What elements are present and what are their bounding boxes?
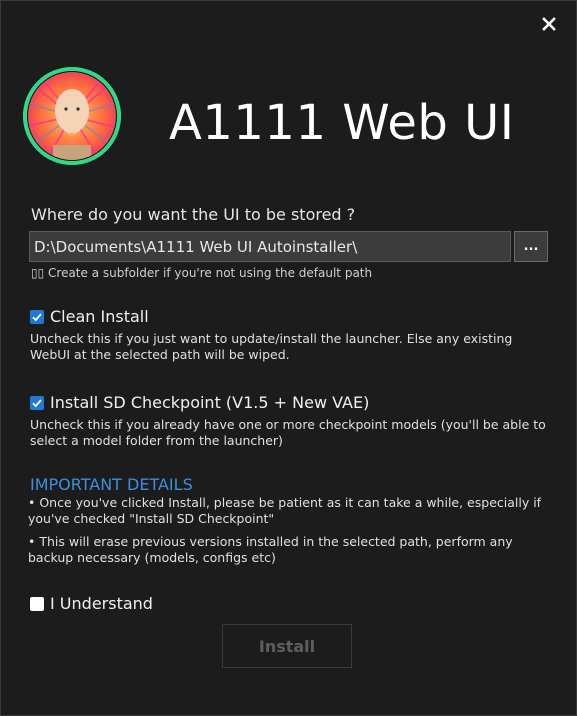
understand-checkbox[interactable]: I Understand bbox=[30, 594, 153, 613]
subfolder-hint: ▯▯ Create a subfolder if you're not usin… bbox=[31, 266, 373, 280]
important-details-title: IMPORTANT DETAILS bbox=[30, 475, 193, 494]
browse-button[interactable]: ... bbox=[514, 231, 548, 262]
avatar-portrait bbox=[23, 67, 121, 165]
checkbox-checked-icon[interactable] bbox=[30, 309, 44, 324]
sd-checkpoint-description: Uncheck this if you already have one or … bbox=[30, 417, 546, 448]
app-title: A1111 Web UI bbox=[169, 95, 515, 151]
understand-label: I Understand bbox=[50, 594, 153, 613]
checkbox-unchecked-icon[interactable] bbox=[30, 596, 44, 611]
details-bullet-1: • Once you've clicked Install, please be… bbox=[28, 495, 542, 526]
clean-install-description: Uncheck this if you just want to update/… bbox=[30, 331, 513, 362]
install-path-input[interactable] bbox=[29, 231, 511, 262]
avatar bbox=[23, 67, 121, 165]
install-button[interactable]: Install bbox=[222, 624, 352, 668]
checkbox-checked-icon[interactable] bbox=[30, 395, 44, 410]
clean-install-label: Clean Install bbox=[50, 307, 149, 326]
sd-checkpoint-label: Install SD Checkpoint (V1.5 + New VAE) bbox=[50, 393, 370, 412]
clean-install-checkbox[interactable]: Clean Install bbox=[30, 307, 149, 326]
storage-question: Where do you want the UI to be stored ? bbox=[31, 205, 356, 224]
sd-checkpoint-checkbox[interactable]: Install SD Checkpoint (V1.5 + New VAE) bbox=[30, 393, 369, 412]
installer-window: A1111 Web UI Where do you want the UI to… bbox=[0, 0, 577, 716]
details-bullet-2: • This will erase previous versions inst… bbox=[28, 534, 513, 565]
close-icon[interactable] bbox=[540, 15, 558, 33]
